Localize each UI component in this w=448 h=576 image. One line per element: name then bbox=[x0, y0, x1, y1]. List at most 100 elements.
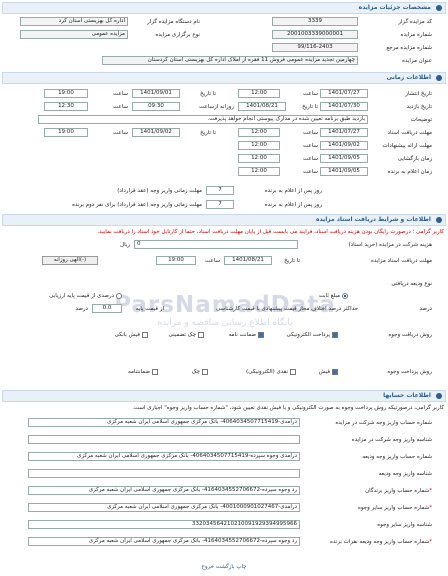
opening-time[interactable]: 12:00 bbox=[238, 154, 280, 163]
doc-receive-until-time[interactable]: 19:00 bbox=[44, 128, 88, 137]
publish-until-date[interactable]: 1401/09/01 bbox=[132, 89, 180, 98]
publish-label: تاریخ انتشار bbox=[405, 91, 432, 97]
winner-date[interactable]: 1401/09/05 bbox=[320, 167, 368, 176]
visit-until-time[interactable]: 12:30 bbox=[44, 102, 88, 111]
visit-until-date[interactable]: 1401/08/21 bbox=[238, 102, 286, 111]
desc-field[interactable]: بازدید طبق برنامه تعیین شده در مدارک پیو… bbox=[38, 115, 368, 124]
bid-submit-date[interactable]: 1401/09/02 bbox=[320, 141, 368, 150]
receive-method-label: روش دریافت وجوه bbox=[388, 332, 432, 338]
checkbox-checked-icon bbox=[332, 331, 338, 338]
method-label: فیش بانکی bbox=[114, 332, 140, 338]
details-header: مشخصات جزئیات مزایده bbox=[2, 2, 446, 14]
method-slip[interactable]: فیش بانکی bbox=[115, 330, 148, 340]
deadline-time[interactable]: 19:00 bbox=[156, 256, 196, 265]
pay-method-label: ضمانتنامه bbox=[128, 369, 150, 375]
pay-cash[interactable]: نقدی (الکترونیکی) bbox=[246, 367, 296, 377]
code-field[interactable]: 3339 bbox=[272, 17, 358, 26]
account-field[interactable]: درآمدی-4001000901027467- بانک مرکزی جمهو… bbox=[28, 503, 300, 512]
account-label-text: شماره حساب واریز وجه شرکت در مزایده bbox=[335, 420, 432, 426]
auction-no-field[interactable]: 2001003339000001 bbox=[272, 30, 358, 39]
doc-receive-until-date[interactable]: 1401/09/02 bbox=[132, 128, 180, 137]
fixed-radio-label: مبلغ ثابت bbox=[318, 293, 340, 299]
publish-until-time[interactable]: 19:00 bbox=[44, 89, 88, 98]
account-label-text: شماره حساب واریز وجه ودیعه نفرات برنده bbox=[330, 539, 430, 545]
section-title: اطلاعات زمانی bbox=[386, 74, 431, 81]
payments-header: اطلاعات حسابها bbox=[2, 390, 446, 402]
second-pay-days[interactable]: 7 bbox=[206, 200, 234, 209]
account-field[interactable] bbox=[28, 469, 300, 478]
timing-header: اطلاعات زمانی bbox=[2, 72, 446, 84]
account-row-label: شماره حساب واریز وجه شرکت در مزایده bbox=[335, 418, 432, 428]
until-label: تا تاریخ bbox=[302, 104, 318, 110]
pct-field[interactable]: 0.0 bbox=[92, 304, 122, 313]
payment-method-label: روش پرداخت وجوه bbox=[387, 369, 432, 375]
account-field[interactable]: رد وجوه سپرده-4164034552706672- بانک مرک… bbox=[28, 486, 300, 495]
until-label: تا تاریخ bbox=[200, 130, 216, 136]
publish-time[interactable]: 12:00 bbox=[238, 89, 280, 98]
time-label: ساعت bbox=[113, 130, 128, 136]
account-label-text: شناسه واریز سایر وجوه bbox=[377, 522, 432, 528]
doc-receive-date[interactable]: 1401/07/27 bbox=[320, 128, 368, 137]
ref-no-field[interactable]: 99/116-2403 bbox=[272, 43, 358, 52]
visit-label: تاریخ بازدید bbox=[406, 104, 432, 110]
method-cheque[interactable]: چک تضمینی bbox=[169, 330, 204, 340]
checkbox-checked-icon bbox=[332, 368, 338, 375]
method-label: ضمانت نامه bbox=[228, 332, 256, 338]
publish-date[interactable]: 1401/07/27 bbox=[320, 89, 368, 98]
until-label: تا تاریخ bbox=[200, 91, 216, 97]
footer-actions[interactable]: چاپ بازگشت خروج bbox=[0, 562, 448, 572]
holding-type-field[interactable]: مزایده عمومی bbox=[20, 30, 128, 39]
account-field[interactable]: درآمدی-4064034507715419- بانک مرکزی جمهو… bbox=[28, 418, 300, 427]
code-label: کد مزایده گزار bbox=[398, 19, 432, 25]
checkbox-checked-icon bbox=[258, 331, 264, 338]
section-title: مشخصات جزئیات مزایده bbox=[358, 4, 431, 11]
time-label: ساعت bbox=[303, 143, 318, 149]
deadline-label: مهلت دریافت اسناد مزایده bbox=[370, 258, 432, 264]
account-field[interactable]: 332034564210210091929394995966 bbox=[28, 520, 300, 529]
checkbox-icon bbox=[152, 368, 158, 375]
time-label: ساعت bbox=[303, 156, 318, 162]
visit-daily-time[interactable]: 09:30 bbox=[132, 102, 180, 111]
account-label-text: شماره حساب واریز سایر وجوه bbox=[358, 505, 430, 511]
winner-pay-days[interactable]: 7 bbox=[206, 186, 234, 195]
method-electronic[interactable]: پرداخت الکترونیکی bbox=[287, 330, 338, 340]
time-label: ساعت bbox=[113, 104, 128, 110]
account-label-text: شماره حساب واریز وجه ودیعه bbox=[362, 454, 432, 460]
account-field[interactable] bbox=[28, 435, 300, 444]
document-icon bbox=[436, 217, 442, 223]
doc-receive-time[interactable]: 12:00 bbox=[238, 128, 280, 137]
time-label: ساعت bbox=[303, 169, 318, 175]
pct-radio-label: درصدی از قیمت پایه ارزیابی bbox=[49, 293, 114, 299]
account-row-label: *شماره حساب واریز وجه ودیعه نفرات برنده bbox=[330, 537, 432, 547]
title-field[interactable]: چهارمین تجدید مزایده عمومی فروش 11 فقره … bbox=[102, 56, 358, 65]
agency-name-field[interactable]: اداره کل بهزیستی استان کرد bbox=[20, 17, 128, 26]
radio-on-icon bbox=[342, 292, 348, 299]
account-row-label: *شماره حساب واریز برندگان bbox=[365, 486, 432, 496]
holiday-button[interactable]: (-)الهی روزانه bbox=[42, 256, 98, 265]
account-field[interactable]: رد وجوه سپرده-4164034552706672- بانک مرک… bbox=[28, 537, 300, 546]
pay-guarantee[interactable]: ضمانتنامه bbox=[128, 367, 158, 377]
fee-field[interactable]: 0 bbox=[134, 240, 298, 249]
account-field[interactable]: درآمدی وجوه سپرده-4064034507715419- بانک… bbox=[28, 452, 300, 461]
method-guarantee[interactable]: ضمانت نامه bbox=[229, 330, 264, 340]
pay-cheque[interactable]: چک bbox=[192, 367, 208, 377]
fee-unit: ریال bbox=[120, 242, 130, 248]
account-row-label: شناسه واریز وجه شرکت در مزایده bbox=[352, 435, 432, 445]
time-label: ساعت bbox=[205, 258, 220, 264]
opening-date[interactable]: 1401/09/05 bbox=[320, 154, 368, 163]
watermark-subtitle: پایگاه اطلاع رسانی مناقصه و مزایده bbox=[157, 318, 293, 328]
bank-icon bbox=[436, 393, 442, 399]
fee-label: هزینه شرکت در مزایده (خرید اسناد) bbox=[348, 242, 432, 248]
winner-time[interactable]: 12:00 bbox=[238, 167, 280, 176]
bid-submit-time[interactable]: 12:00 bbox=[238, 141, 280, 150]
fixed-radio[interactable]: مبلغ ثابت bbox=[319, 291, 348, 301]
visit-date[interactable]: 1401/07/30 bbox=[320, 102, 368, 111]
deposit-type-label: نوع ودیعه دریافتی bbox=[391, 281, 432, 287]
time-label: ساعت bbox=[303, 130, 318, 136]
deadline-date[interactable]: 1401/08/21 bbox=[224, 256, 272, 265]
pct-radio[interactable]: درصدی از قیمت پایه ارزیابی bbox=[49, 291, 122, 301]
method-label: چک تضمینی bbox=[168, 332, 196, 338]
desc-label: توضیحات bbox=[410, 117, 432, 123]
pay-method-label: فیش bbox=[318, 369, 330, 375]
pay-slip[interactable]: فیش bbox=[319, 367, 338, 377]
